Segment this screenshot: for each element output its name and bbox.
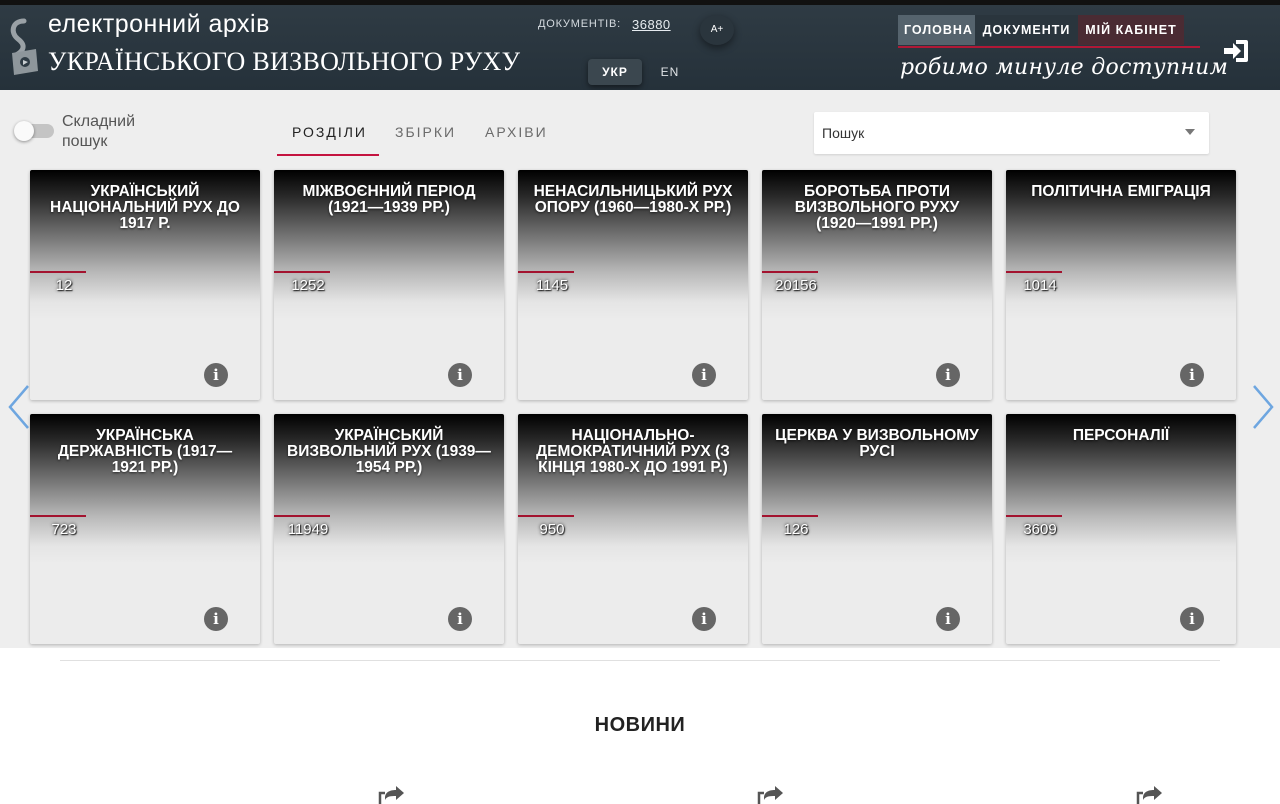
card-title: Український національний рух до 1917 р. [50,183,240,232]
card-document-count: 1145 [535,277,569,294]
share-icon[interactable] [756,784,784,804]
document-count-label: ДОКУМЕНТІВ: [538,18,621,30]
login-icon[interactable] [1222,38,1250,64]
archive-logo-icon[interactable] [2,15,46,77]
section-card[interactable]: Боротьба проти визвольного руху (1920—19… [762,170,992,400]
share-icon[interactable] [1135,784,1163,804]
card-accent-line [30,515,86,517]
section-card[interactable]: Український національний рух до 1917 р. … [30,170,260,400]
chevron-right-icon[interactable] [1248,382,1278,432]
nav-documents[interactable]: ДОКУМЕНТИ [975,15,1078,45]
card-document-count: 20156 [775,277,817,294]
language-en-button[interactable]: EN [652,59,688,85]
card-accent-line [274,515,330,517]
card-title: Персоналії [1072,427,1170,444]
card-title: Політична еміграція [1031,183,1211,200]
card-title: Українська державність (1917—1921 рр.) [57,427,233,476]
info-icon[interactable]: i [448,607,472,631]
tab-sections[interactable]: РОЗДІЛИ [292,124,367,140]
search-placeholder: Пошук [822,125,865,141]
section-card[interactable]: Політична еміграція 1014 i [1006,170,1236,400]
nav-underline [898,46,1200,48]
info-icon[interactable]: i [936,363,960,387]
card-document-count: 950 [539,521,565,538]
section-divider [60,660,1220,661]
nav-home[interactable]: ГОЛОВНА [898,15,975,45]
site-header: електронний архів УКРАЇНСЬКОГО ВИЗВОЛЬНО… [0,0,1280,90]
card-title: Український визвольний рух (1939—1954 рр… [287,427,491,476]
info-icon[interactable]: i [204,607,228,631]
main-nav: ГОЛОВНА ДОКУМЕНТИ МІЙ КАБІНЕТ [898,15,1184,45]
card-document-count: 126 [783,521,809,538]
info-icon[interactable]: i [1180,363,1204,387]
news-heading: НОВИНИ [594,714,686,736]
section-card[interactable]: Персоналії 3609 i [1006,414,1236,644]
card-document-count: 12 [55,277,73,294]
font-size-increase-button[interactable]: A+ [700,15,734,45]
card-accent-line [30,271,86,273]
active-tab-indicator [277,154,379,156]
site-slogan: робимо минуле доступним [900,55,1229,80]
section-card[interactable]: Український визвольний рух (1939—1954 рр… [274,414,504,644]
card-title: Ненасильницький рух опору (1960—1980-х р… [533,183,733,216]
section-card[interactable]: Українська державність (1917—1921 рр.) 7… [30,414,260,644]
section-card[interactable]: Національно-демократичний рух (з кінця 1… [518,414,748,644]
card-accent-line [274,271,330,273]
card-accent-line [518,271,574,273]
section-card[interactable]: Міжвоєнний період (1921—1939 рр.) 1252 i [274,170,504,400]
card-accent-line [1006,271,1062,273]
site-title-line1[interactable]: електронний архів [48,10,270,39]
advanced-search-toggle-knob[interactable] [14,121,34,141]
card-title: Церква у визвольному русі [775,427,979,460]
info-icon[interactable]: i [936,607,960,631]
info-icon[interactable]: i [692,363,716,387]
nav-my-cabinet[interactable]: МІЙ КАБІНЕТ [1078,15,1184,45]
tab-archives[interactable]: АРХІВИ [485,124,548,140]
card-document-count: 11949 [287,521,329,538]
card-document-count: 723 [51,521,77,538]
card-accent-line [518,515,574,517]
share-icon[interactable] [377,784,405,804]
card-document-count: 3609 [1023,521,1057,538]
search-input[interactable]: Пошук [814,112,1209,154]
card-accent-line [762,515,818,517]
language-ukr-button[interactable]: УКР [588,59,642,85]
tab-collections[interactable]: ЗБІРКИ [395,124,456,140]
info-icon[interactable]: i [448,363,472,387]
info-icon[interactable]: i [692,607,716,631]
section-card[interactable]: Ненасильницький рух опору (1960—1980-х р… [518,170,748,400]
card-title: Міжвоєнний період (1921—1939 рр.) [302,183,476,216]
card-title: Національно-демократичний рух (з кінця 1… [536,427,730,476]
card-accent-line [1006,515,1062,517]
document-count-value[interactable]: 36880 [632,17,671,32]
info-icon[interactable]: i [204,363,228,387]
info-icon[interactable]: i [1180,607,1204,631]
dropdown-arrow-icon[interactable] [1185,129,1195,135]
card-title: Боротьба проти визвольного руху (1920—19… [794,183,960,232]
card-accent-line [762,271,818,273]
advanced-search-label: Складний пошук [62,113,136,150]
section-card[interactable]: Церква у визвольному русі 126 i [762,414,992,644]
site-title-line2[interactable]: УКРАЇНСЬКОГО ВИЗВОЛЬНОГО РУХУ [48,47,520,77]
card-document-count: 1014 [1023,277,1057,294]
card-document-count: 1252 [291,277,325,294]
